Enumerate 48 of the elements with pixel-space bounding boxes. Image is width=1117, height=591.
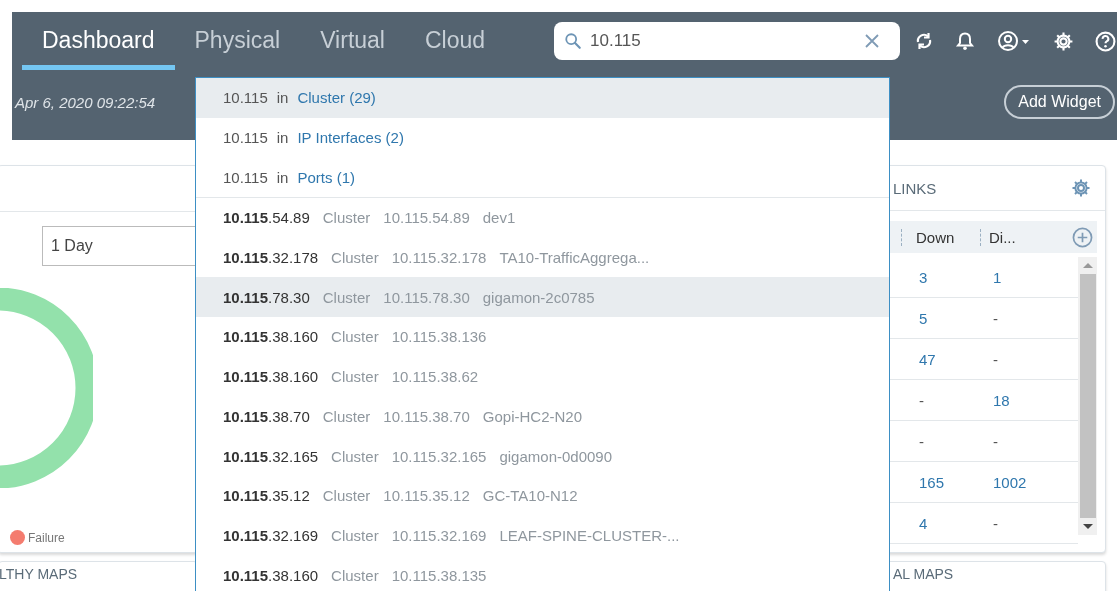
column-header[interactable]: Di...: [980, 228, 1049, 246]
table-cell-text: -: [919, 432, 925, 450]
count-link[interactable]: 1002: [993, 473, 1027, 491]
count-link[interactable]: 3: [919, 268, 993, 286]
result-suggestion[interactable]: 10.115.38.160 Cluster 10.115.38.136: [196, 317, 889, 357]
nav-tab[interactable]: Dashboard: [22, 12, 175, 70]
table-cell: -: [993, 514, 998, 532]
result-suggestion[interactable]: 10.115.32.169 Cluster 10.115.32.169 LEAF-SPINE-CLUSTER-...: [196, 515, 889, 556]
legend-label: Failure: [28, 530, 65, 545]
help-icon[interactable]: [1095, 30, 1116, 52]
count-link[interactable]: 1: [993, 268, 1002, 286]
table-cell: -: [993, 350, 998, 368]
result-suggestion[interactable]: 10.115.78.30 Cluster 10.115.78.30 gigamon-2c0785: [196, 277, 889, 318]
card-title: LINKS: [893, 179, 937, 197]
search-field[interactable]: 10.115: [554, 22, 900, 60]
count-link[interactable]: 4: [919, 514, 993, 532]
timestamp: Apr 6, 2020 09:22:54: [15, 93, 156, 111]
add-column-icon[interactable]: [1072, 226, 1093, 248]
count-link[interactable]: 165: [919, 473, 993, 491]
bell-icon[interactable]: [955, 31, 975, 51]
add-widget-button[interactable]: Add Widget: [1004, 85, 1115, 119]
count-link[interactable]: 18: [993, 391, 1010, 409]
count-link[interactable]: 47: [919, 350, 993, 368]
table-cell: -: [993, 432, 998, 450]
result-suggestion[interactable]: 10.115.38.160 Cluster 10.115.38.135: [196, 555, 889, 591]
result-suggestion[interactable]: 10.115.38.70 Cluster 10.115.38.70 Gopi-HC2-N20: [196, 396, 889, 437]
nav-tab[interactable]: Physical: [174, 12, 301, 70]
count-link[interactable]: 5: [919, 309, 993, 327]
scope-suggestion[interactable]: 10.115 in Ports (1): [196, 157, 889, 198]
card-title: AL MAPS: [892, 566, 954, 582]
scope-suggestion[interactable]: 10.115 in IP Interfaces (2): [196, 117, 889, 158]
result-suggestion[interactable]: 10.115.54.89 Cluster 10.115.54.89 dev1: [196, 198, 889, 238]
settings-icon[interactable]: [1071, 178, 1091, 198]
scrollbar[interactable]: [1078, 257, 1097, 535]
clear-icon[interactable]: [864, 33, 880, 49]
result-suggestion[interactable]: 10.115.32.178 Cluster 10.115.32.178 TA10-TrafficAggrega...: [196, 237, 889, 278]
table-cell-text: -: [919, 391, 925, 409]
column-header[interactable]: Down: [901, 228, 980, 246]
result-suggestion[interactable]: 10.115.38.160 Cluster 10.115.38.62: [196, 356, 889, 397]
nav-tab[interactable]: Virtual: [300, 12, 405, 70]
scope-suggestion[interactable]: 10.115 in Cluster (29): [196, 78, 889, 118]
result-suggestion[interactable]: 10.115.35.12 Cluster 10.115.35.12 GC-TA10-N12: [196, 475, 889, 516]
card-title: LTHY MAPS: [0, 566, 78, 582]
refresh-icon[interactable]: [914, 31, 934, 51]
nav-tab[interactable]: Cloud: [404, 12, 506, 70]
table-cell: -: [993, 309, 998, 327]
result-suggestion[interactable]: 10.115.32.165 Cluster 10.115.32.165 gigamon-0d0090: [196, 436, 889, 476]
user-menu-icon[interactable]: [996, 30, 1032, 52]
